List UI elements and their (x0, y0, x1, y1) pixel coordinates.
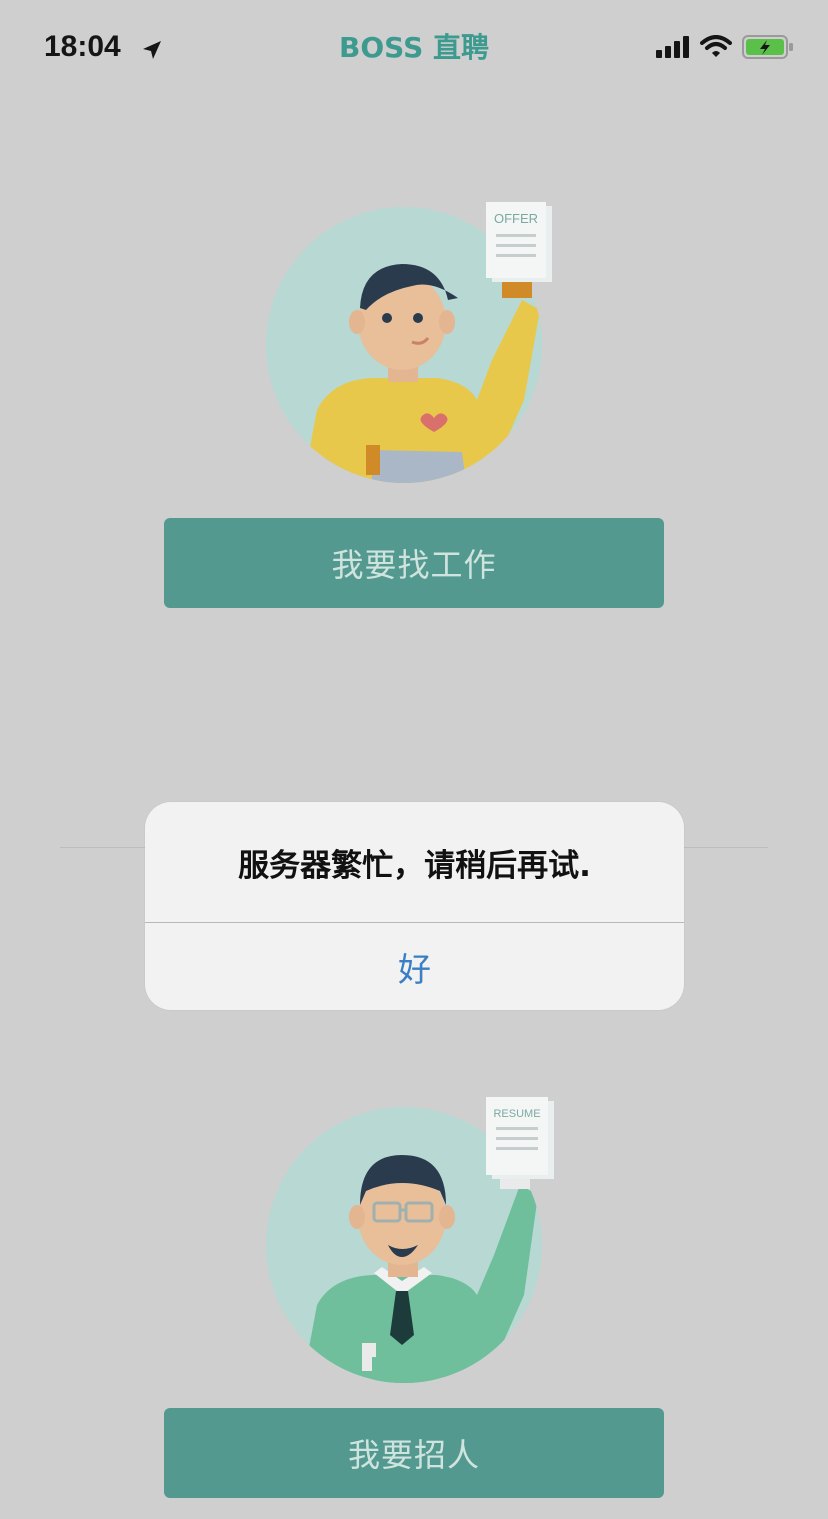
hire-button[interactable]: 我要招人 (164, 1408, 664, 1498)
battery-charging-icon (742, 35, 793, 59)
status-icons (656, 34, 794, 60)
alert-ok-button[interactable]: 好 (145, 923, 684, 1010)
job-seeker-illustration: OFFER (266, 202, 552, 483)
resume-label: RESUME (493, 1108, 540, 1120)
find-job-button[interactable]: 我要找工作 (164, 518, 664, 608)
offer-label: OFFER (494, 211, 538, 226)
alert-message: 服务器繁忙，请稍后再试. (238, 847, 591, 884)
wifi-icon (700, 35, 732, 57)
alert-dialog: 服务器繁忙，请稍后再试. 好 (145, 802, 684, 1010)
recruiter-illustration: RESUME (266, 1097, 554, 1383)
signal-icon (656, 36, 689, 58)
